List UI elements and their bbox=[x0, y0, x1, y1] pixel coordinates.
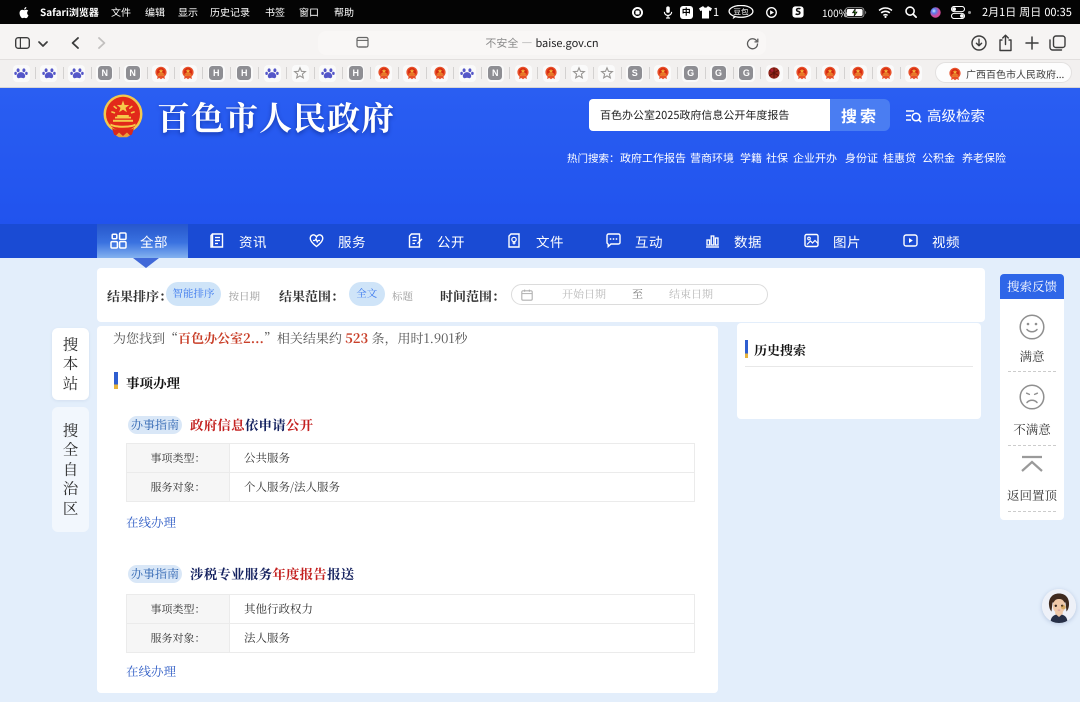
svg-text:豆包: 豆包 bbox=[733, 6, 749, 17]
